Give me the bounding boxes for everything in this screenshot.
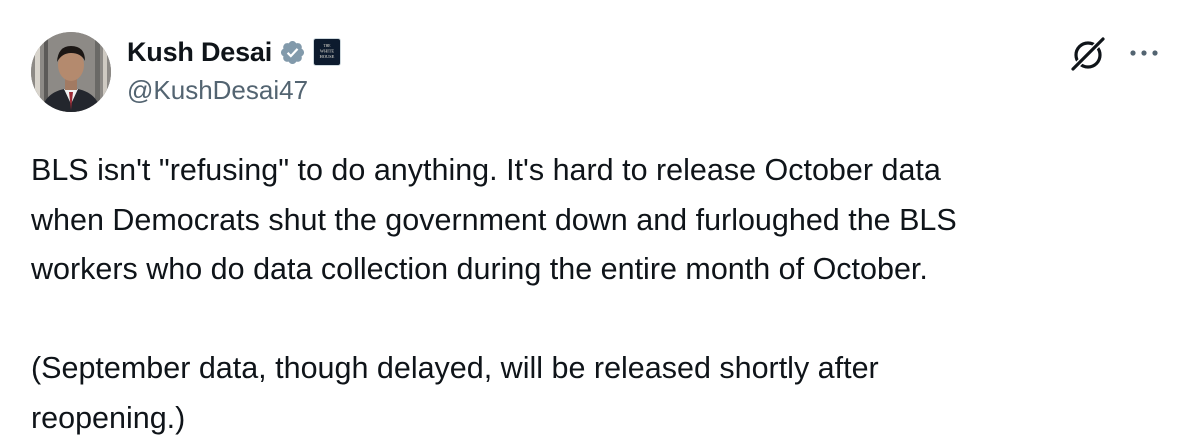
avatar[interactable] [31, 32, 111, 112]
tweet-text: BLS isn't "refusing" to do anything. It'… [31, 153, 957, 435]
svg-text:WHITE: WHITE [320, 49, 334, 54]
more-options-icon[interactable] [1127, 40, 1161, 66]
white-house-logo: THE WHITE HOUSE [315, 40, 340, 64]
author-handle[interactable]: @KushDesai47 [127, 75, 308, 106]
grok-icon[interactable] [1068, 34, 1108, 74]
svg-text:THE: THE [324, 44, 332, 48]
verified-badge-icon[interactable] [279, 39, 306, 66]
svg-text:HOUSE: HOUSE [320, 54, 335, 59]
avatar-image [31, 32, 111, 112]
author-name-row: Kush Desai THE WHITE HOUSE [127, 34, 342, 70]
author-display-name[interactable]: Kush Desai [127, 37, 272, 68]
tweet-card: Kush Desai THE WHITE HOUSE @KushDesai47 [0, 0, 1186, 444]
white-house-badge[interactable]: THE WHITE HOUSE [313, 38, 342, 66]
